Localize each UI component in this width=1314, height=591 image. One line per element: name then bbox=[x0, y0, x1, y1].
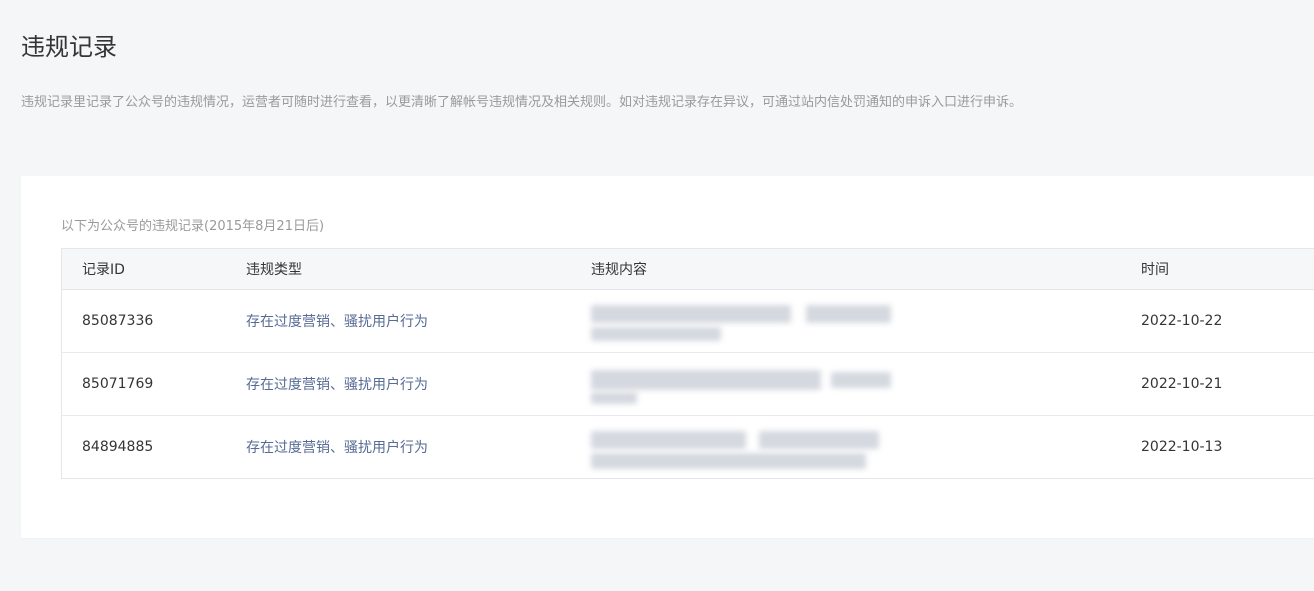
record-id: 85071769 bbox=[82, 376, 154, 392]
table-header-row: 记录ID 违规类型 违规内容 时间 bbox=[62, 249, 1314, 290]
page-description: 违规记录里记录了公众号的违规情况，运营者可随时进行查看，以更清晰了解帐号违规情况… bbox=[21, 95, 1023, 110]
table-row: 84894885 存在过度营销、骚扰用户行为 2022-10-13 bbox=[62, 416, 1314, 478]
violation-records-card: 以下为公众号的违规记录(2015年8月21日后) 记录ID 违规类型 违规内容 … bbox=[21, 176, 1314, 538]
violation-content-blurred bbox=[591, 290, 891, 352]
violation-type: 存在过度营销、骚扰用户行为 bbox=[246, 314, 428, 330]
record-id: 85087336 bbox=[82, 313, 154, 329]
record-time: 2022-10-22 bbox=[1141, 313, 1223, 329]
column-header-time: 时间 bbox=[1141, 262, 1169, 278]
table-row: 85071769 存在过度营销、骚扰用户行为 2022-10-21 bbox=[62, 353, 1314, 416]
column-header-id: 记录ID bbox=[82, 262, 125, 278]
violation-content-blurred bbox=[591, 416, 891, 478]
column-header-type: 违规类型 bbox=[246, 262, 302, 278]
table-row: 85087336 存在过度营销、骚扰用户行为 2022-10-22 bbox=[62, 290, 1314, 353]
record-time: 2022-10-13 bbox=[1141, 439, 1223, 455]
violation-type: 存在过度营销、骚扰用户行为 bbox=[246, 377, 428, 393]
violation-records-table: 记录ID 违规类型 违规内容 时间 85087336 存在过度营销、骚扰用户行为… bbox=[61, 248, 1314, 479]
violation-type: 存在过度营销、骚扰用户行为 bbox=[246, 440, 428, 456]
record-time: 2022-10-21 bbox=[1141, 376, 1223, 392]
violation-content-blurred bbox=[591, 353, 891, 415]
column-header-content: 违规内容 bbox=[591, 262, 647, 278]
table-caption: 以下为公众号的违规记录(2015年8月21日后) bbox=[61, 219, 325, 234]
record-id: 84894885 bbox=[82, 439, 154, 455]
page-title: 违规记录 bbox=[21, 33, 117, 61]
